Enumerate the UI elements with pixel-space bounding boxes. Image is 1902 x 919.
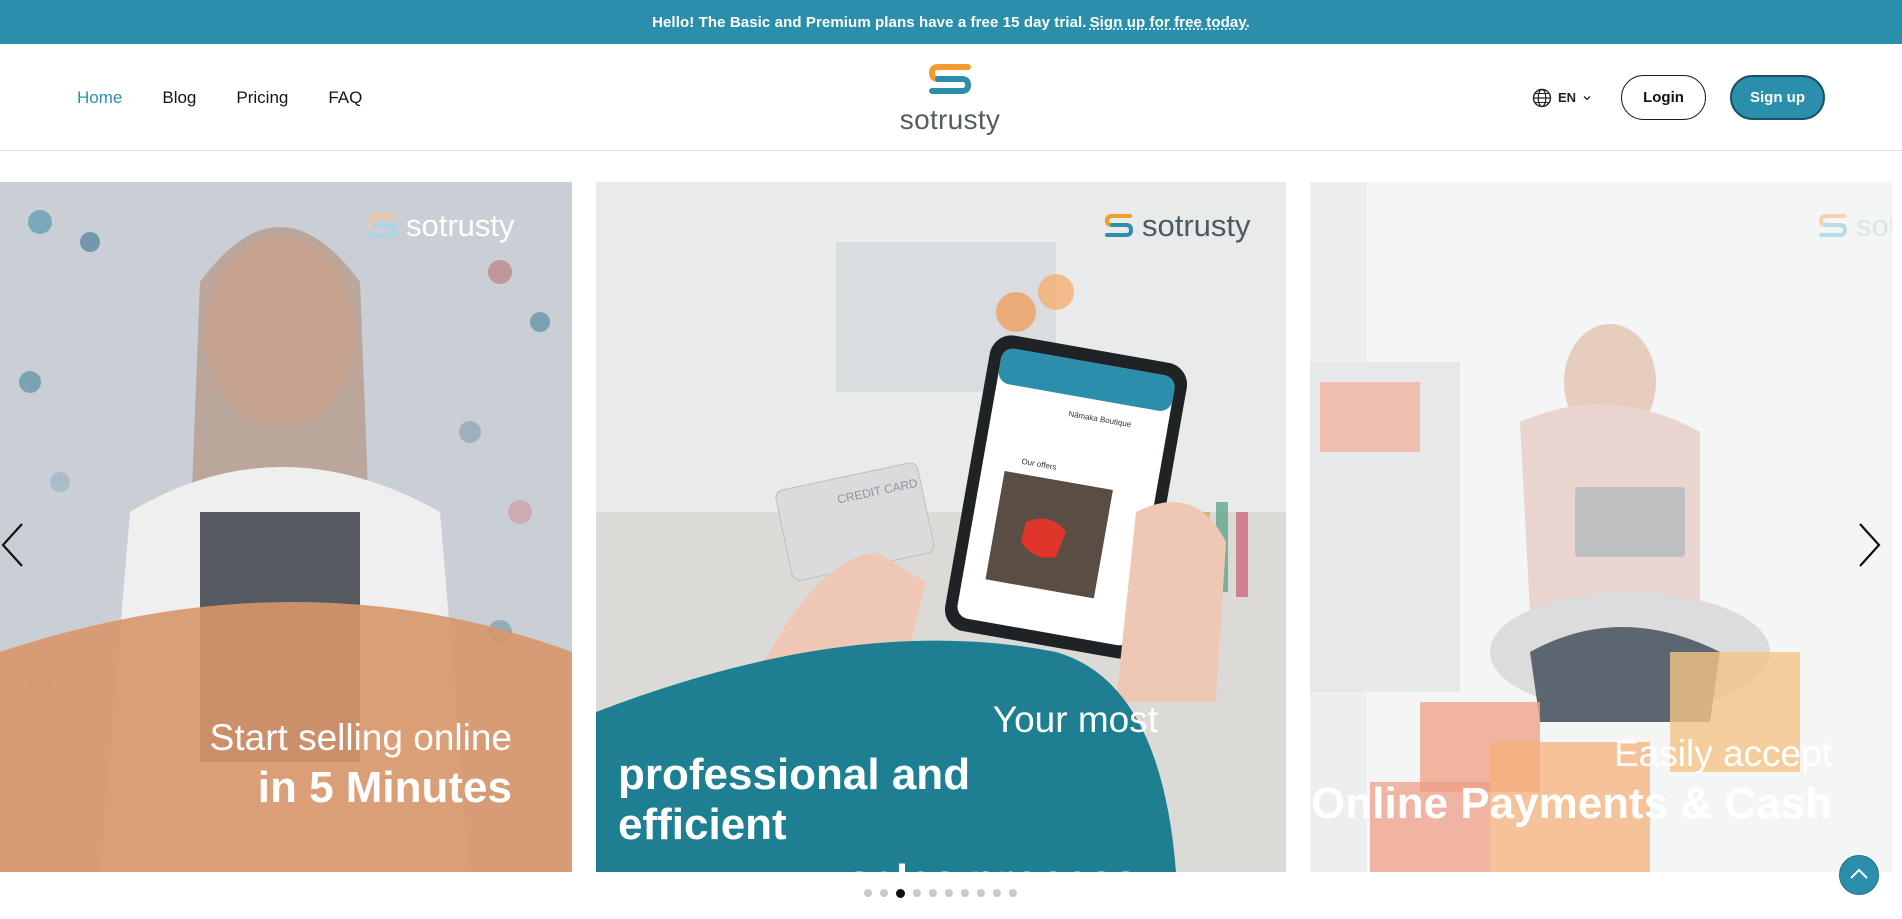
logo-mark-icon	[928, 64, 972, 94]
carousel-pagination	[864, 888, 1017, 898]
nav-faq[interactable]: FAQ	[328, 88, 362, 108]
chevron-down-icon	[1583, 95, 1591, 100]
logo-text: sotrusty	[899, 104, 1001, 135]
promo-banner: Hello! The Basic and Premium plans have …	[0, 0, 1902, 44]
chevron-left-icon	[1, 523, 23, 567]
main-nav: Home Blog Pricing FAQ	[77, 44, 362, 151]
slide-3-watermark-text: sotrusty	[1856, 208, 1892, 243]
language-code: EN	[1557, 90, 1576, 105]
carousel-slide-3[interactable]: sotrusty Easily accept Online Payments &…	[1310, 182, 1892, 872]
slide-2-line3: sales process	[628, 856, 1138, 872]
carousel-dot[interactable]	[961, 889, 969, 897]
promo-text: Hello! The Basic and Premium plans have …	[652, 13, 1087, 31]
slide-1-watermark-text: sotrusty	[406, 208, 515, 243]
slide-2-line2: professional and efficient	[618, 750, 971, 849]
carousel-dot[interactable]	[977, 889, 985, 897]
slide-2-caption: Your most	[993, 699, 1158, 741]
slide-3-line1: Easily accept	[1614, 733, 1832, 774]
slide-1-caption: Start selling online in 5 Minutes	[210, 717, 512, 813]
slide-2-watermark: sotrusty	[1104, 208, 1251, 244]
carousel-dot[interactable]	[913, 889, 921, 897]
slide-2-watermark-text: sotrusty	[1142, 208, 1251, 243]
slide-2-caption-bold: professional and efficient sales process	[618, 750, 1138, 872]
promo-signup-link[interactable]: Sign up for free today.	[1090, 14, 1250, 31]
slide-1-line1: Start selling online	[209, 717, 512, 758]
logo-mark-icon	[1818, 214, 1848, 237]
site-header: Home Blog Pricing FAQ sotrusty EN Login …	[0, 44, 1902, 151]
slide-3-caption: Easily accept Online Payments & Cash	[1311, 733, 1832, 829]
language-selector[interactable]: EN	[1532, 88, 1592, 108]
slide-3-watermark: sotrusty	[1818, 208, 1892, 244]
carousel-prev-button[interactable]	[0, 520, 26, 575]
carousel-dot-active[interactable]	[896, 888, 905, 898]
chevron-up-icon	[1850, 868, 1868, 879]
slide-1-watermark: sotrusty	[368, 208, 515, 244]
carousel-dot[interactable]	[880, 889, 888, 897]
carousel-dot[interactable]	[1009, 889, 1017, 897]
carousel-dot[interactable]	[864, 889, 872, 897]
slide-3-line2: Online Payments & Cash	[1311, 779, 1832, 828]
carousel-dot[interactable]	[945, 889, 953, 897]
nav-home[interactable]: Home	[77, 88, 122, 108]
nav-blog[interactable]: Blog	[162, 88, 196, 108]
signup-button[interactable]: Sign up	[1730, 75, 1825, 120]
globe-icon	[1532, 88, 1552, 107]
carousel-dot[interactable]	[929, 889, 937, 897]
chevron-right-icon	[1859, 523, 1881, 567]
slide-2-line1: Your most	[992, 699, 1158, 740]
login-button[interactable]: Login	[1621, 75, 1706, 120]
scroll-to-top-button[interactable]	[1839, 855, 1879, 895]
nav-pricing[interactable]: Pricing	[236, 88, 288, 108]
site-logo[interactable]: sotrusty	[894, 59, 1006, 139]
logo-mark-icon	[368, 214, 398, 237]
carousel-slide-2[interactable]: CREDIT CARD Nâmaka Boutique Our offers s…	[596, 182, 1286, 872]
carousel-next-button[interactable]	[1856, 520, 1882, 575]
carousel-slide-1[interactable]: sotrusty Start selling online in 5 Minut…	[0, 182, 572, 872]
carousel-dot[interactable]	[993, 889, 1001, 897]
slide-1-line2: in 5 Minutes	[257, 763, 512, 812]
logo-mark-icon	[1104, 214, 1134, 237]
header-actions: EN Login Sign up	[1532, 44, 1825, 151]
